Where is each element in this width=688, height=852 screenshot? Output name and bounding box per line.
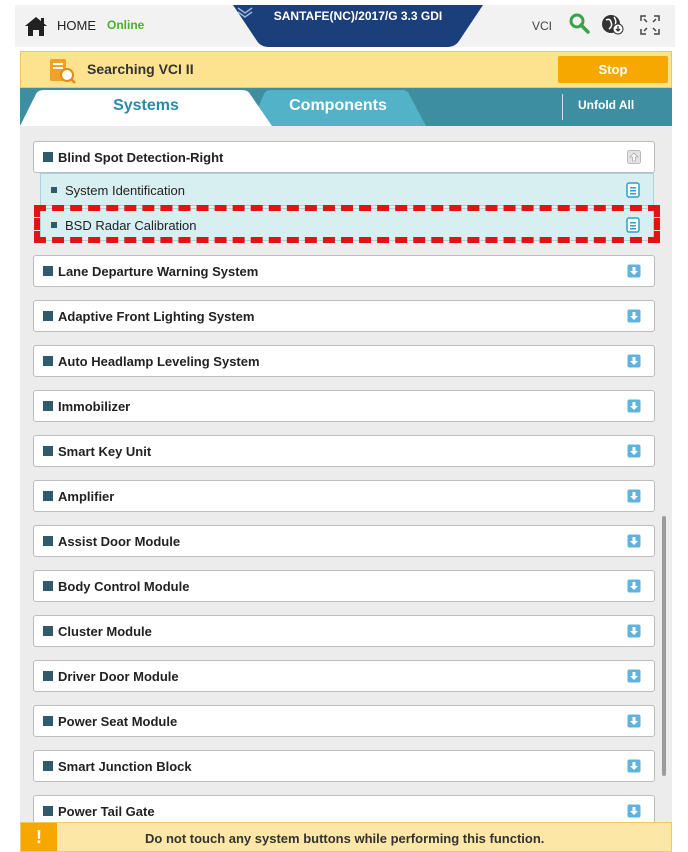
system-item-label: Driver Door Module — [58, 669, 179, 684]
system-item[interactable]: Driver Door Module — [33, 660, 655, 692]
vci-label[interactable]: VCI — [532, 19, 552, 33]
tab-bar: Components Systems Unfold All — [20, 88, 672, 126]
expand-icon[interactable] — [627, 579, 641, 593]
bullet-icon — [43, 491, 53, 501]
system-item-label: Power Tail Gate — [58, 804, 155, 819]
system-item-label: Smart Junction Block — [58, 759, 192, 774]
home-icon[interactable] — [23, 15, 49, 37]
vehicle-selector[interactable]: SANTAFE(NC)/2017/G 3.3 GDI — [233, 5, 483, 47]
tab-components[interactable]: Components — [250, 88, 426, 126]
bullet-icon — [51, 187, 57, 193]
expand-icon[interactable] — [627, 624, 641, 638]
expand-icon[interactable] — [627, 354, 641, 368]
tab-components-label: Components — [289, 97, 387, 114]
system-item-label: Lane Departure Warning System — [58, 264, 259, 279]
scrollbar[interactable] — [662, 516, 666, 776]
system-item[interactable]: Power Tail Gate — [33, 795, 655, 822]
expand-icon[interactable] — [627, 399, 641, 413]
top-bar: HOME Online SANTAFE(NC)/2017/G 3.3 GDI V… — [15, 5, 675, 47]
tab-divider — [562, 94, 563, 120]
system-item[interactable]: Immobilizer — [33, 390, 655, 422]
system-item-label: Power Seat Module — [58, 714, 178, 729]
globe-download-icon[interactable] — [600, 12, 624, 36]
highlight-annotation — [34, 205, 660, 243]
expand-icon[interactable] — [627, 444, 641, 458]
system-item-label: Assist Door Module — [58, 534, 181, 549]
expand-icon[interactable] — [627, 489, 641, 503]
sub-item-label: System Identification — [65, 183, 185, 198]
warning-bar: ! Do not touch any system buttons while … — [20, 822, 672, 852]
system-item[interactable]: Smart Key Unit — [33, 435, 655, 467]
vci-search-status: Searching VCI II — [87, 61, 194, 77]
chevron-down-icon — [237, 7, 253, 18]
system-item-label: Blind Spot Detection-Right — [58, 150, 224, 165]
bullet-icon — [43, 356, 53, 366]
stop-button[interactable]: Stop — [558, 56, 668, 83]
bullet-icon — [43, 761, 53, 771]
search-icon[interactable] — [568, 12, 590, 34]
sub-item-system-identification[interactable]: System Identification — [40, 173, 654, 206]
system-item[interactable]: Assist Door Module — [33, 525, 655, 557]
system-item[interactable]: Smart Junction Block — [33, 750, 655, 782]
document-icon — [626, 182, 640, 198]
vehicle-title: SANTAFE(NC)/2017/G 3.3 GDI — [273, 9, 443, 23]
expand-icon[interactable] — [627, 264, 641, 278]
bullet-icon — [43, 671, 53, 681]
bullet-icon — [43, 152, 53, 162]
fullscreen-icon[interactable] — [639, 14, 661, 36]
home-label[interactable]: HOME — [57, 18, 96, 33]
system-item-label: Smart Key Unit — [58, 444, 152, 459]
expand-icon[interactable] — [627, 534, 641, 548]
system-item[interactable]: Lane Departure Warning System — [33, 255, 655, 287]
system-item-label: Amplifier — [58, 489, 115, 504]
vci-search-bar: Searching VCI II Stop — [20, 51, 672, 88]
expand-icon[interactable] — [627, 804, 641, 818]
expand-icon[interactable] — [627, 309, 641, 323]
bullet-icon — [43, 806, 53, 816]
system-item[interactable]: Cluster Module — [33, 615, 655, 647]
system-item[interactable]: Power Seat Module — [33, 705, 655, 737]
tab-systems-label: Systems — [113, 97, 179, 114]
bullet-icon — [43, 401, 53, 411]
tab-systems[interactable]: Systems — [20, 88, 272, 126]
bullet-icon — [43, 311, 53, 321]
warning-icon: ! — [21, 823, 57, 851]
system-item[interactable]: Adaptive Front Lighting System — [33, 300, 655, 332]
bullet-icon — [43, 581, 53, 591]
system-item-label: Auto Headlamp Leveling System — [58, 354, 260, 369]
system-list[interactable]: Blind Spot Detection-Right System Identi… — [20, 126, 672, 822]
expand-icon[interactable] — [627, 759, 641, 773]
unfold-all-button[interactable]: Unfold All — [578, 98, 634, 112]
bullet-icon — [43, 536, 53, 546]
system-item-expanded[interactable]: Blind Spot Detection-Right — [33, 141, 655, 173]
collapse-icon[interactable] — [627, 150, 641, 164]
bullet-icon — [43, 626, 53, 636]
system-item-label: Body Control Module — [58, 579, 190, 594]
expand-icon[interactable] — [627, 669, 641, 683]
vci-search-icon — [47, 55, 77, 85]
system-item[interactable]: Body Control Module — [33, 570, 655, 602]
system-item-label: Immobilizer — [58, 399, 131, 414]
system-item[interactable]: Auto Headlamp Leveling System — [33, 345, 655, 377]
connection-status: Online — [107, 18, 145, 32]
bullet-icon — [43, 716, 53, 726]
system-item-label: Adaptive Front Lighting System — [58, 309, 255, 324]
system-item[interactable]: Amplifier — [33, 480, 655, 512]
bullet-icon — [43, 266, 53, 276]
warning-text: Do not touch any system buttons while pe… — [145, 831, 545, 846]
bullet-icon — [43, 446, 53, 456]
expand-icon[interactable] — [627, 714, 641, 728]
system-item-label: Cluster Module — [58, 624, 152, 639]
